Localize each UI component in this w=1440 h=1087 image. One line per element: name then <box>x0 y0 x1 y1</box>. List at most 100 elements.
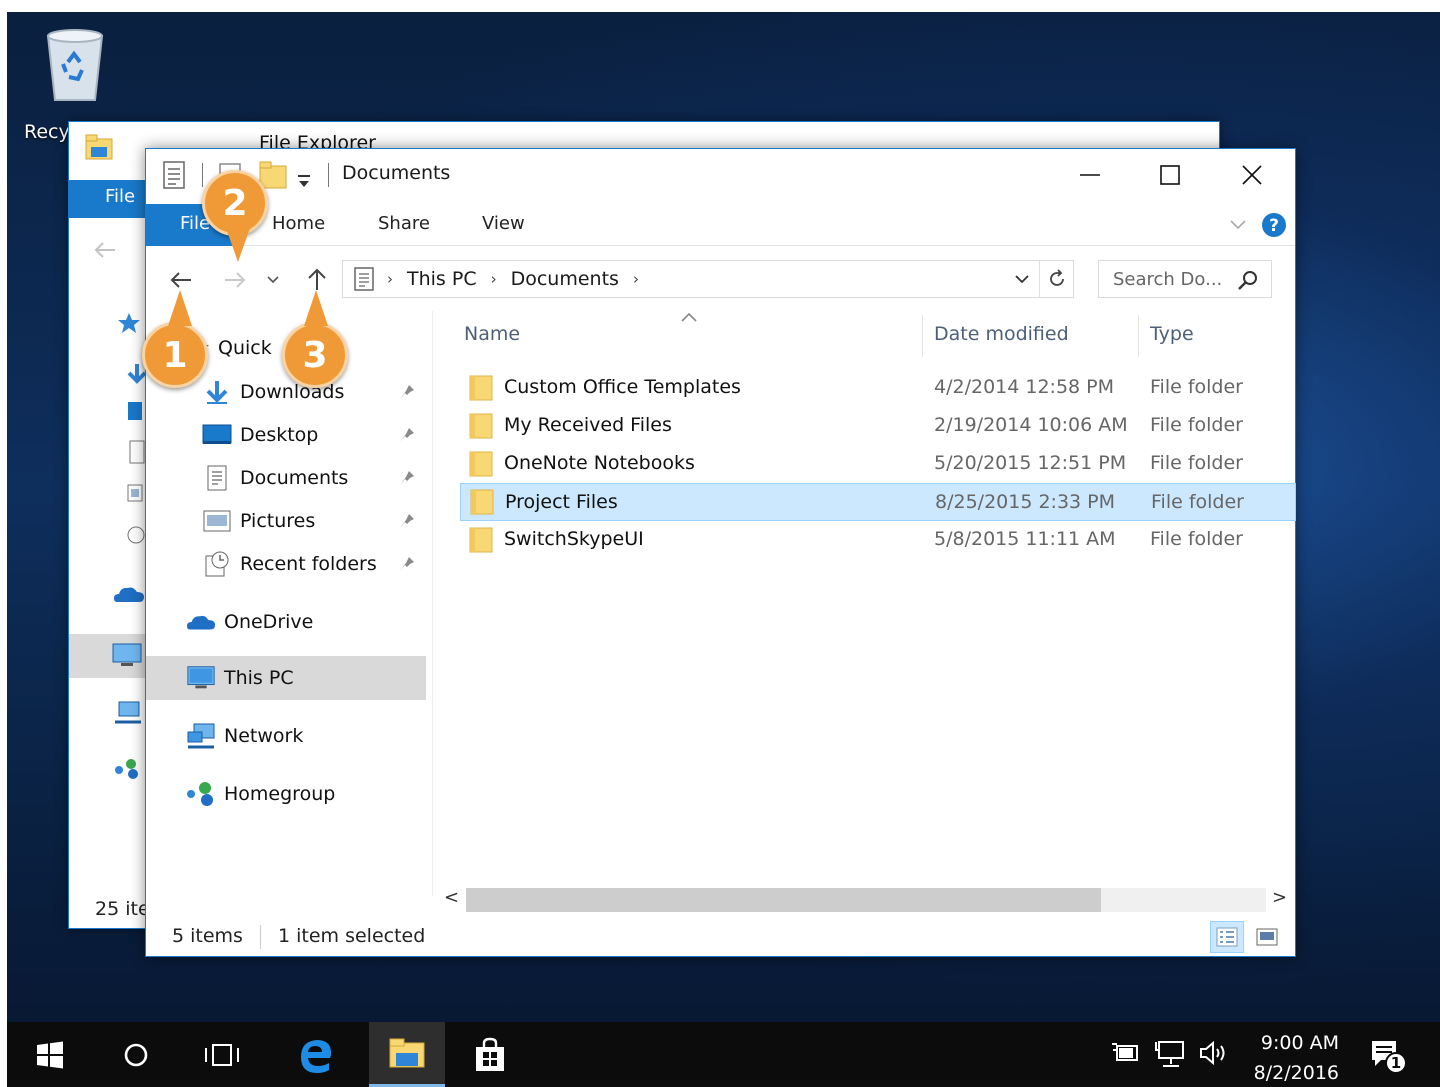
tab-view[interactable]: View <box>482 204 525 246</box>
system-clock[interactable]: 9:00 AM 8/2/2016 <box>1243 1028 1339 1087</box>
back-window-file-tab[interactable]: File <box>69 180 147 218</box>
column-header-name[interactable]: Name <box>464 311 920 363</box>
file-type: File folder <box>1151 491 1244 513</box>
edge-button[interactable] <box>285 1022 347 1087</box>
file-name: OneNote Notebooks <box>504 452 695 474</box>
customize-qat-dropdown-icon[interactable] <box>296 167 312 199</box>
callout-2-pointer <box>226 228 250 262</box>
nav-item-recent-folders[interactable]: Recent folders <box>146 543 426 585</box>
minimize-button[interactable] <box>1050 149 1130 201</box>
address-bar[interactable]: › This PC › Documents › <box>342 260 1074 298</box>
nav-item-label: Network <box>224 725 304 747</box>
network-icon <box>115 701 141 724</box>
column-divider[interactable] <box>1138 315 1139 357</box>
documents-icon <box>202 464 232 492</box>
pin-icon[interactable] <box>398 383 416 401</box>
close-icon <box>1242 165 1262 185</box>
breadcrumb-this-pc[interactable]: This PC <box>407 268 477 290</box>
minimize-icon <box>1080 174 1100 176</box>
documents-icon <box>129 440 145 464</box>
file-type: File folder <box>1150 376 1243 398</box>
homegroup-icon <box>115 759 138 779</box>
forward-button[interactable] <box>218 263 252 297</box>
nav-item-this-pc[interactable]: This PC <box>146 656 426 700</box>
nav-item-network[interactable]: Network <box>146 715 426 757</box>
start-button[interactable] <box>19 1022 81 1087</box>
back-arrow-icon <box>170 272 191 288</box>
nav-item-homegroup[interactable]: Homegroup <box>146 773 426 815</box>
file-row[interactable]: Custom Office Templates 4/2/2014 12:58 P… <box>460 369 1296 407</box>
breadcrumb-separator[interactable]: › <box>491 270 497 288</box>
store-icon <box>476 1037 504 1071</box>
store-button[interactable] <box>459 1022 521 1087</box>
close-button[interactable] <box>1212 149 1292 201</box>
pin-icon[interactable] <box>398 512 416 530</box>
horizontal-scrollbar[interactable]: < > <box>436 883 1294 917</box>
scrollbar-thumb[interactable] <box>466 888 1101 912</box>
scroll-right-icon[interactable]: > <box>1272 887 1287 908</box>
file-row[interactable]: My Received Files 2/19/2014 10:06 AM Fil… <box>460 407 1296 445</box>
navigation-pane: Quick Downloads Desktop Documents Pictur… <box>146 311 431 896</box>
up-arrow-icon <box>308 268 326 290</box>
nav-item-pictures[interactable]: Pictures <box>146 500 426 542</box>
task-view-button[interactable] <box>191 1022 253 1087</box>
cortana-button[interactable] <box>105 1022 167 1087</box>
nav-item-label: This PC <box>224 667 294 689</box>
file-row[interactable]: OneNote Notebooks 5/20/2015 12:51 PM Fil… <box>460 445 1296 483</box>
file-row[interactable]: SwitchSkypeUI 5/8/2015 11:11 AM File fol… <box>460 521 1296 559</box>
address-dropdown-button[interactable] <box>1005 261 1039 297</box>
nav-quick-access-label: Quick <box>218 337 272 359</box>
refresh-icon <box>1049 269 1064 286</box>
file-name: Project Files <box>505 491 618 513</box>
search-box[interactable]: Search Do... <box>1098 260 1272 298</box>
this-pc-icon <box>186 664 216 692</box>
tab-share[interactable]: Share <box>378 204 430 246</box>
tab-home[interactable]: Home <box>272 204 325 246</box>
file-name: My Received Files <box>504 414 672 436</box>
chevron-down-icon <box>1015 275 1029 284</box>
network-tray-icon[interactable] <box>1155 1040 1187 1068</box>
title-bar[interactable]: Documents <box>146 149 1295 201</box>
back-arrow-icon[interactable] <box>93 240 117 260</box>
expand-ribbon-icon[interactable] <box>1229 219 1247 231</box>
nav-item-documents[interactable]: Documents <box>146 457 426 499</box>
file-type: File folder <box>1150 528 1243 550</box>
downloads-icon <box>202 378 232 406</box>
nav-item-desktop[interactable]: Desktop <box>146 414 426 456</box>
help-icon[interactable]: ? <box>1261 212 1287 238</box>
back-window-status: 25 ite <box>95 898 150 920</box>
properties-icon[interactable] <box>162 159 186 191</box>
edge-icon <box>301 1039 332 1073</box>
details-view-button[interactable] <box>1210 921 1244 953</box>
large-icons-view-button[interactable] <box>1250 921 1284 953</box>
volume-icon[interactable] <box>1199 1040 1229 1066</box>
recent-locations-button[interactable] <box>260 263 286 297</box>
file-row-selected[interactable]: Project Files 8/25/2015 2:33 PM File fol… <box>460 483 1296 521</box>
nav-item-label: Recent folders <box>240 553 377 575</box>
column-divider[interactable] <box>922 315 923 357</box>
qat-separator <box>202 163 203 187</box>
pin-icon[interactable] <box>398 469 416 487</box>
clock-date: 8/2/2016 <box>1253 1062 1339 1084</box>
breadcrumb-documents[interactable]: Documents <box>511 268 619 290</box>
scroll-left-icon[interactable]: < <box>444 887 459 908</box>
forward-arrow-icon <box>225 272 246 288</box>
battery-power-icon[interactable] <box>1111 1040 1141 1066</box>
file-explorer-taskbar-button[interactable] <box>369 1022 445 1087</box>
breadcrumb-separator[interactable]: › <box>387 270 393 288</box>
pictures-icon <box>202 507 232 535</box>
pin-icon[interactable] <box>398 555 416 573</box>
pane-divider[interactable] <box>432 311 433 896</box>
cortana-icon <box>124 1043 148 1066</box>
pin-icon[interactable] <box>398 426 416 444</box>
column-header-type[interactable]: Type <box>1150 311 1280 363</box>
nav-item-label: OneDrive <box>224 611 314 633</box>
desktop-icon <box>202 421 232 449</box>
file-explorer-window[interactable]: Documents File Home Share View ? › This … <box>145 148 1296 957</box>
refresh-button[interactable] <box>1039 261 1073 297</box>
action-center-button[interactable]: 1 <box>1369 1038 1409 1074</box>
breadcrumb-separator[interactable]: › <box>633 270 639 288</box>
maximize-button[interactable] <box>1130 149 1210 201</box>
nav-item-onedrive[interactable]: OneDrive <box>146 601 426 643</box>
column-header-date[interactable]: Date modified <box>934 311 1134 363</box>
